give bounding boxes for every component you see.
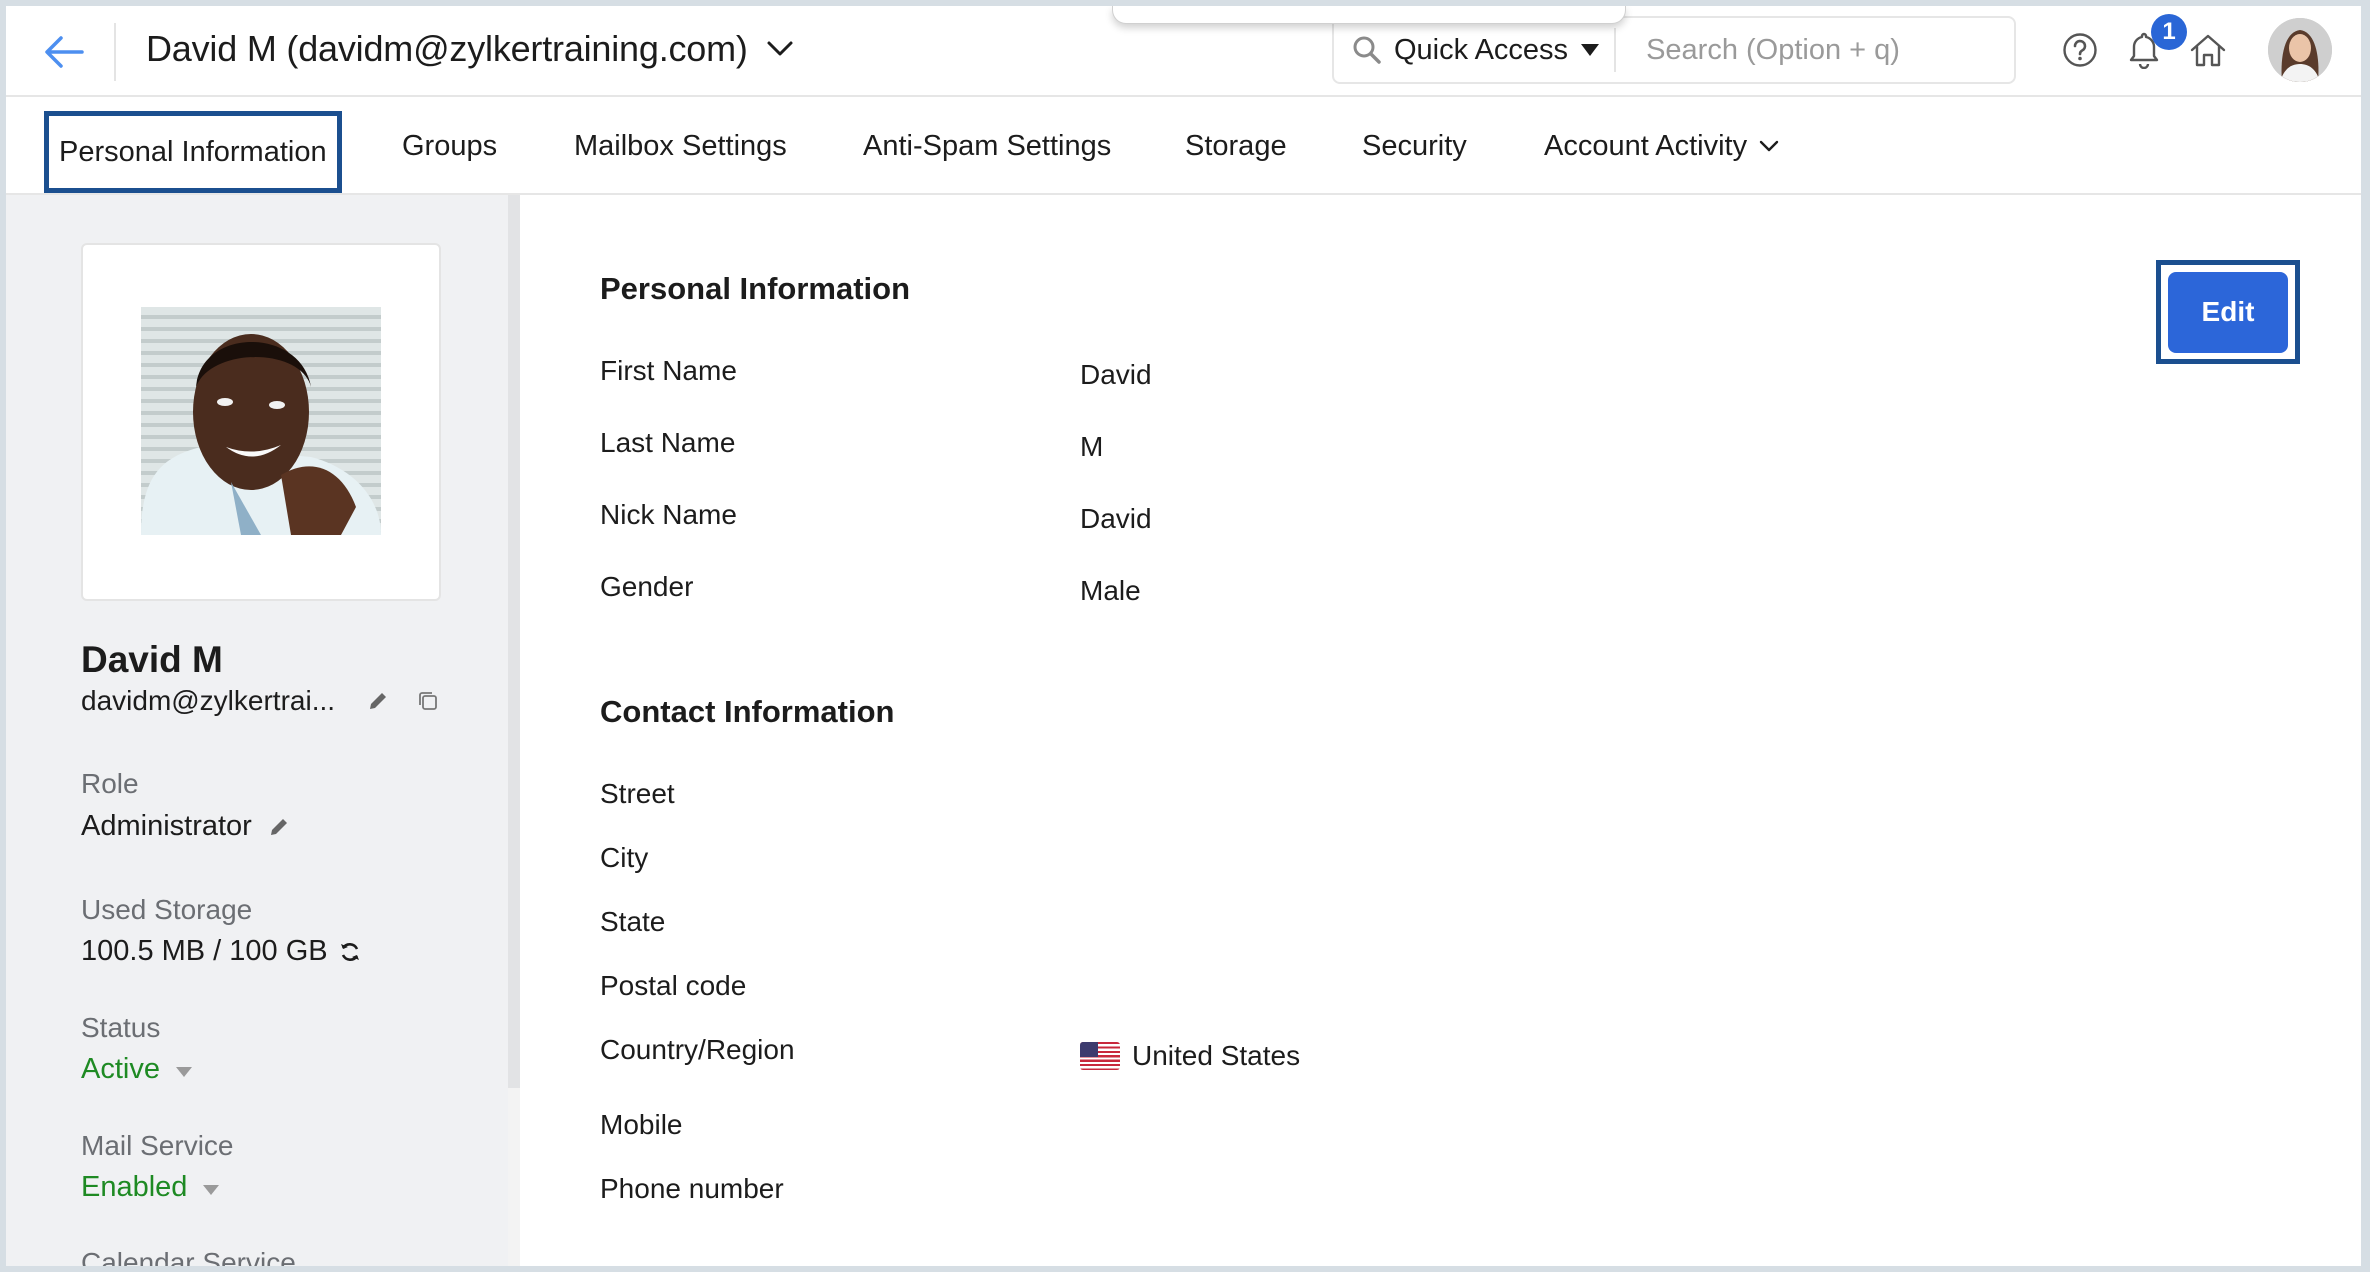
tab-label: Anti-Spam Settings <box>863 129 1112 162</box>
last-name-value: M <box>1080 431 1104 462</box>
status-dropdown[interactable]: Active <box>81 1053 192 1086</box>
state-label: State <box>600 906 666 937</box>
account-switcher[interactable]: David M (davidm@zylkertraining.com) <box>146 28 794 70</box>
tab-mailbox-settings[interactable]: Mailbox Settings <box>574 97 787 195</box>
us-flag-icon <box>1080 1042 1120 1070</box>
status-value: Active <box>81 1053 160 1085</box>
tab-personal-information[interactable]: Personal Information <box>44 111 342 193</box>
storage-label: Used Storage <box>81 894 253 925</box>
last-name-label: Last Name <box>600 427 736 458</box>
profile-name: David M <box>81 639 223 680</box>
tab-account-activity[interactable]: Account Activity <box>1544 97 1779 195</box>
sidebar-scrollbar-thumb[interactable] <box>508 195 520 1088</box>
nick-name-label: Nick Name <box>600 499 737 530</box>
quick-access-dropdown[interactable]: Quick Access <box>1334 18 1600 82</box>
chevron-down-icon <box>767 41 793 56</box>
mobile-label: Mobile <box>600 1109 683 1140</box>
profile-photo-card[interactable] <box>81 243 441 601</box>
profile-sidebar: David M davidm@zylkertrai... Role Admini… <box>6 195 508 1266</box>
back-button[interactable] <box>40 28 88 76</box>
chevron-down-icon <box>1759 140 1779 152</box>
profile-photo-image <box>141 307 381 535</box>
search-icon <box>1353 36 1381 64</box>
first-name-value: David <box>1080 359 1152 390</box>
country-region-value-row: United States <box>1080 1040 1300 1072</box>
edit-button[interactable]: Edit <box>2168 271 2288 353</box>
avatar-image <box>2268 18 2332 82</box>
profile-email: davidm@zylkertrai... <box>81 685 336 716</box>
city-label: City <box>600 842 649 873</box>
phone-number-label: Phone number <box>600 1173 784 1204</box>
tab-storage[interactable]: Storage <box>1185 97 1287 195</box>
copy-email-button[interactable] <box>417 690 439 712</box>
home-icon <box>2190 34 2226 67</box>
popup-panel-edge <box>1112 6 1626 24</box>
tab-label: Security <box>1362 129 1467 162</box>
status-label: Status <box>81 1012 161 1043</box>
arrow-left-icon <box>45 36 84 68</box>
storage-value-row: 100.5 MB / 100 GB <box>81 935 362 968</box>
mail-service-dropdown[interactable]: Enabled <box>81 1171 220 1204</box>
gender-label: Gender <box>600 571 694 602</box>
tab-label: Storage <box>1185 129 1287 162</box>
help-icon <box>2063 33 2097 67</box>
help-button[interactable] <box>2058 28 2102 72</box>
nick-name-value: David <box>1080 503 1152 534</box>
tab-label: Account Activity <box>1544 129 1748 162</box>
tab-bar: Personal Information Groups Mailbox Sett… <box>6 97 2361 195</box>
role-value: Administrator <box>81 810 252 842</box>
role-value-row: Administrator <box>81 810 290 843</box>
tab-label: Mailbox Settings <box>574 129 787 162</box>
profile-email-row: davidm@zylkertrai... <box>81 685 461 717</box>
street-label: Street <box>600 778 675 809</box>
refresh-icon <box>340 942 359 961</box>
edit-email-button[interactable] <box>367 690 389 712</box>
tab-anti-spam-settings[interactable]: Anti-Spam Settings <box>863 97 1111 195</box>
notification-badge: 1 <box>2151 14 2187 50</box>
calendar-service-label: Calendar Service <box>81 1247 296 1266</box>
first-name-label: First Name <box>600 355 737 386</box>
caret-down-icon <box>203 1184 220 1195</box>
header-divider <box>114 23 116 81</box>
storage-value: 100.5 MB / 100 GB <box>81 935 328 967</box>
tab-label: Groups <box>402 129 498 162</box>
gender-value: Male <box>1080 575 1141 606</box>
quick-access-label: Quick Access <box>1394 33 1569 66</box>
postal-code-label: Postal code <box>600 970 747 1001</box>
pencil-icon <box>270 818 287 835</box>
pencil-icon <box>370 693 386 709</box>
caret-down-icon <box>175 1066 192 1077</box>
country-region-label: Country/Region <box>600 1034 795 1065</box>
personal-info-heading: Personal Information <box>600 271 911 306</box>
user-avatar[interactable] <box>2268 18 2332 82</box>
copy-icon <box>419 692 437 710</box>
mail-service-label: Mail Service <box>81 1130 234 1161</box>
search-bar: Quick Access <box>1332 16 2016 84</box>
tab-groups[interactable]: Groups <box>402 97 497 195</box>
tab-security[interactable]: Security <box>1362 97 1467 195</box>
app-window: David M (davidm@zylkertraining.com) Quic… <box>6 6 2361 1266</box>
edit-role-button[interactable] <box>268 816 290 838</box>
page-title: David M (davidm@zylkertraining.com) <box>146 28 748 69</box>
caret-down-icon <box>1581 44 1600 56</box>
home-button[interactable] <box>2186 28 2230 72</box>
refresh-storage-button[interactable] <box>338 940 362 964</box>
main-content: Edit Personal Information First Name Dav… <box>520 195 2361 1266</box>
country-region-value: United States <box>1132 1040 1301 1071</box>
mail-service-value: Enabled <box>81 1171 188 1203</box>
search-input[interactable] <box>1616 33 1997 67</box>
tab-label: Personal Information <box>59 135 327 168</box>
contact-info-heading: Contact Information <box>600 694 895 729</box>
edit-button-focus-ring: Edit <box>2156 260 2300 364</box>
profile-photo <box>141 307 381 535</box>
role-label: Role <box>81 768 139 799</box>
